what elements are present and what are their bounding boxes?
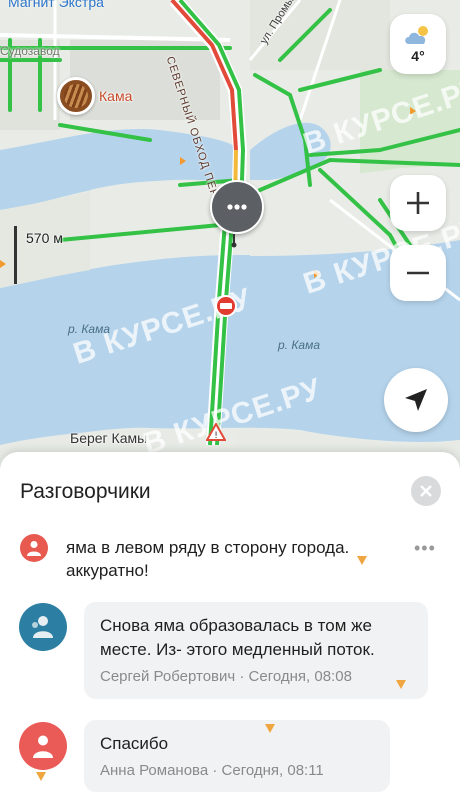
weather-temp: 4°	[411, 48, 425, 64]
reply-meta: Анна Романова · Сегодня, 08:11	[100, 762, 324, 779]
author-avatar[interactable]	[20, 534, 48, 562]
scale-bar	[14, 226, 17, 284]
cloud-sun-icon	[405, 26, 428, 44]
reply-avatar[interactable]	[19, 603, 67, 651]
discussion-sheet[interactable]: Разговорчики яма в левом ряду в сторону …	[0, 452, 460, 800]
user-icon	[33, 735, 53, 758]
plus-icon	[407, 192, 429, 214]
chat-dots-icon	[227, 204, 247, 210]
weather-button[interactable]: 4°	[390, 14, 446, 74]
warning-triangle-icon[interactable]: !	[206, 423, 226, 441]
reply-text: Спасибо	[100, 734, 169, 753]
marker-pin-icon	[231, 234, 237, 248]
poi-kama-label[interactable]: Кама	[99, 88, 132, 104]
reply-card: Спасибо Анна Романова · Сегодня, 08:11	[84, 720, 390, 792]
reply-avatar[interactable]	[19, 722, 67, 770]
area-label: Судозавод	[0, 44, 60, 58]
no-entry-icon	[220, 303, 232, 309]
river-label-left: р. Кама	[68, 322, 110, 336]
close-icon	[420, 485, 432, 497]
svg-text:!: !	[214, 431, 218, 441]
more-dots-icon[interactable]: •••	[414, 539, 436, 557]
zoom-in-button[interactable]	[390, 175, 446, 231]
navigation-arrow-icon	[405, 389, 427, 411]
road-works-icon[interactable]	[215, 295, 237, 317]
scale-label: 570 м	[26, 230, 63, 246]
locate-me-button[interactable]	[384, 368, 448, 432]
main-message-text: яма в левом ряду в сторону города. аккур…	[66, 538, 350, 580]
bank-label: Берег Камы	[70, 430, 148, 446]
river-label-right: р. Кама	[278, 338, 320, 352]
close-button[interactable]	[411, 476, 441, 506]
reply-meta: Сергей Робертович · Сегодня, 08:08	[100, 668, 352, 685]
zoom-out-button[interactable]	[390, 245, 446, 301]
user-group-icon	[32, 616, 53, 638]
map-scale: 570 м	[14, 226, 84, 284]
minus-icon	[407, 271, 429, 275]
poi-kama-marker[interactable]	[57, 77, 95, 115]
overlay-triangle	[36, 772, 46, 781]
reply-text: Снова яма образовалась в том же месте. И…	[100, 616, 375, 659]
store-label[interactable]: Магнит Экстра	[8, 0, 104, 10]
map-view[interactable]: Магнит Экстра Судозавод СЕВЕРНЫЙ ОБХОД П…	[0, 0, 460, 470]
sheet-title: Разговорчики	[20, 480, 151, 503]
chat-bubble-marker[interactable]	[210, 180, 264, 234]
user-icon	[27, 541, 41, 556]
reply-card: Снова яма образовалась в том же месте. И…	[84, 602, 428, 699]
